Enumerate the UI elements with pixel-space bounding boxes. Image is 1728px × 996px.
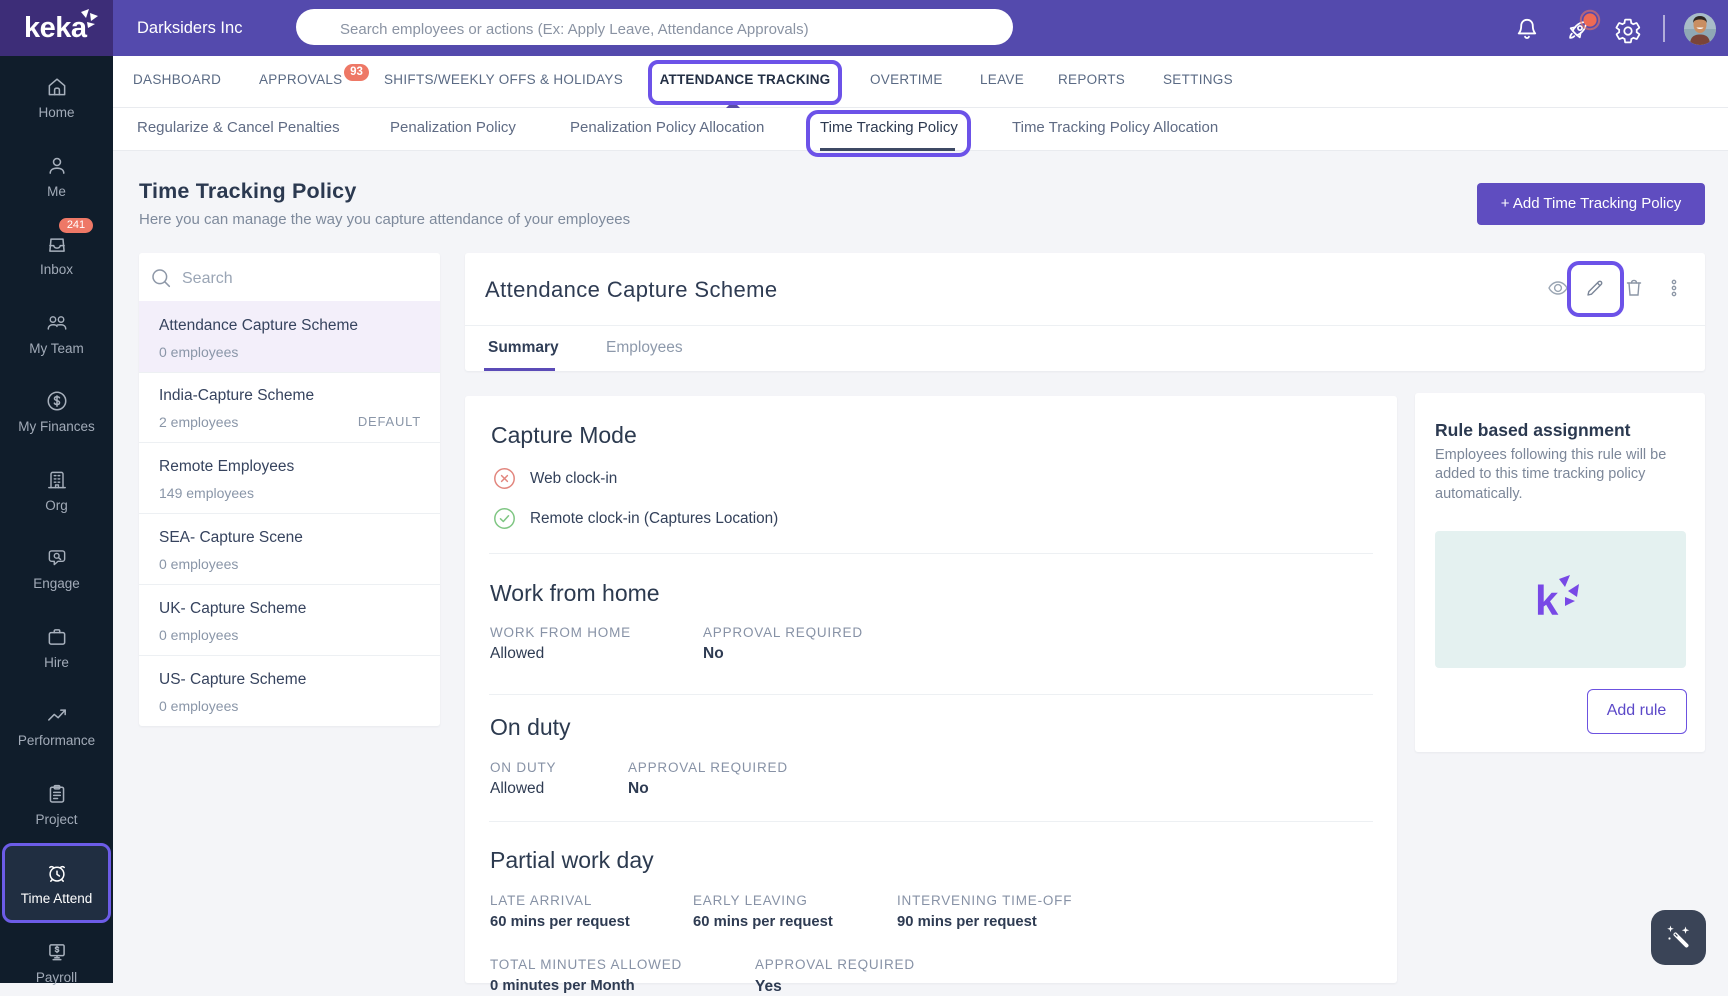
svg-text:k: k xyxy=(1535,577,1559,624)
